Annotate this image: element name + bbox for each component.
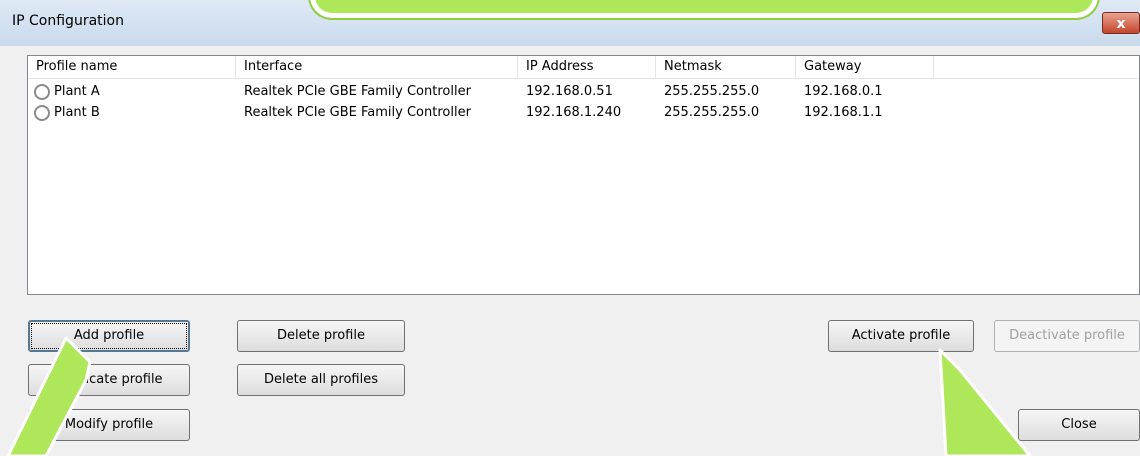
modify-profile-button[interactable]: Modify profile <box>28 409 190 441</box>
window-title: IP Configuration <box>12 13 124 29</box>
column-header-profile-name[interactable]: Profile name <box>28 56 236 78</box>
arrow-to-activate-profile-icon <box>938 348 1032 456</box>
column-header-netmask[interactable]: Netmask <box>656 56 796 78</box>
column-header-ip-address[interactable]: IP Address <box>518 56 656 78</box>
list-header: Profile name Interface IP Address Netmas… <box>28 56 1139 79</box>
gateway: 192.168.1.1 <box>804 105 883 120</box>
gateway: 192.168.0.1 <box>804 84 883 99</box>
duplicate-profile-button[interactable]: Duplicate profile <box>28 364 190 396</box>
profile-list[interactable]: Profile name Interface IP Address Netmas… <box>27 55 1140 295</box>
deactivate-profile-button[interactable]: Deactivate profile <box>994 320 1140 352</box>
table-row[interactable]: Plant B Realtek PCIe GBE Family Controll… <box>28 103 1139 123</box>
interface-name: Realtek PCIe GBE Family Controller <box>244 84 471 99</box>
netmask: 255.255.255.0 <box>664 105 760 120</box>
close-button[interactable]: Close <box>1018 409 1140 441</box>
netmask: 255.255.255.0 <box>664 84 760 99</box>
delete-profile-button[interactable]: Delete profile <box>237 320 405 352</box>
activate-profile-button[interactable]: Activate profile <box>828 320 974 352</box>
add-profile-button[interactable]: Add profile <box>28 320 190 352</box>
close-window-icon[interactable]: x <box>1102 12 1140 34</box>
annotation-callout <box>310 0 1098 18</box>
delete-all-profiles-button[interactable]: Delete all profiles <box>237 364 405 396</box>
ip-address: 192.168.1.240 <box>526 105 622 120</box>
profile-name: Plant A <box>54 84 100 99</box>
column-header-gateway[interactable]: Gateway <box>796 56 934 78</box>
profile-name: Plant B <box>54 105 100 120</box>
ip-address: 192.168.0.51 <box>526 84 613 99</box>
table-row[interactable]: Plant A Realtek PCIe GBE Family Controll… <box>28 82 1139 102</box>
column-header-interface[interactable]: Interface <box>236 56 518 78</box>
ip-configuration-window: IP Configuration x Profile name Interfac… <box>0 0 1140 456</box>
interface-name: Realtek PCIe GBE Family Controller <box>244 105 471 120</box>
